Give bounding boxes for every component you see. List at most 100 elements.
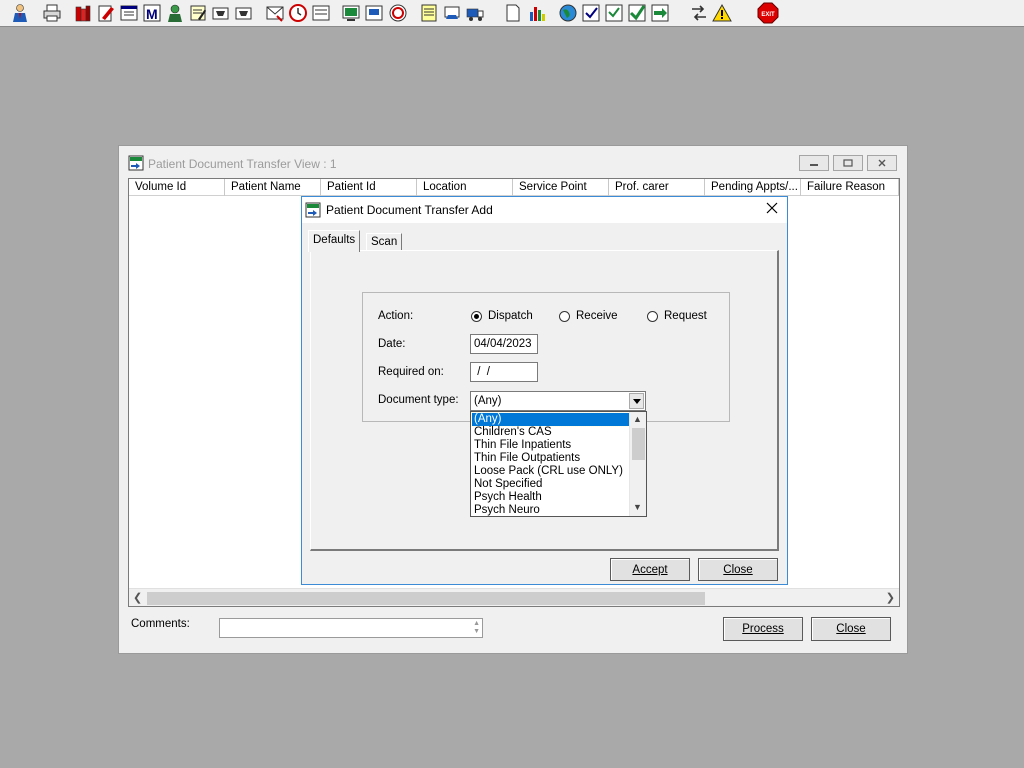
document-type-value: (Any)	[474, 395, 502, 407]
process-label: Process	[742, 623, 784, 635]
disc-icon[interactable]	[387, 2, 409, 24]
flag-icon[interactable]	[233, 2, 255, 24]
window-title: Patient Document Transfer View : 1	[148, 157, 337, 171]
m-icon[interactable]: M	[141, 2, 163, 24]
date-label: Date:	[378, 338, 406, 350]
dropdown-option[interactable]: Not Specified	[472, 478, 629, 491]
dialog-close-label: Close	[723, 563, 753, 576]
comments-spin-icon[interactable]: ▲ ▼	[473, 620, 480, 636]
dropdown-option[interactable]: Loose Pack (CRL use ONLY)	[472, 465, 629, 478]
dialog-title-bar: Patient Document Transfer Add	[302, 197, 787, 223]
comments-label: Comments:	[131, 618, 190, 630]
dialog-close-button[interactable]: Close	[698, 558, 778, 581]
print-icon[interactable]	[41, 2, 63, 24]
blank-document-icon[interactable]	[502, 2, 524, 24]
envelope-icon[interactable]	[264, 2, 286, 24]
dialog-app-icon	[305, 202, 321, 221]
bar-chart-icon[interactable]	[526, 2, 548, 24]
document-type-label: Document type:	[378, 394, 459, 406]
tab-scan[interactable]: Scan	[366, 233, 403, 251]
document-type-dropdown[interactable]: (Any) Children's CAS Thin File Inpatient…	[470, 411, 647, 517]
svg-text:M: M	[146, 6, 158, 22]
restore-icon	[843, 159, 853, 167]
radio-receive[interactable]: Receive	[559, 310, 618, 322]
dropdown-option[interactable]: Thin File Inpatients	[472, 439, 629, 452]
radio-receive-label: Receive	[576, 310, 618, 322]
warning-icon[interactable]	[711, 2, 733, 24]
minimize-icon	[810, 164, 818, 166]
scroll-thumb[interactable]	[147, 592, 705, 605]
screen-icon[interactable]	[340, 2, 362, 24]
scroll-up-icon[interactable]: ▲	[633, 414, 642, 424]
col-prof-carer[interactable]: Prof. carer	[609, 179, 705, 196]
close-icon	[878, 159, 886, 167]
transfer-icon[interactable]	[441, 2, 463, 24]
chevron-down-icon[interactable]	[629, 393, 644, 409]
notes-icon[interactable]	[418, 2, 440, 24]
dropdown-scrollbar[interactable]: ▲ ▼	[629, 412, 646, 516]
horizontal-scrollbar[interactable]: ❮ ❯	[129, 588, 899, 606]
person-icon[interactable]	[164, 2, 186, 24]
globe-icon[interactable]	[557, 2, 579, 24]
col-volume-id[interactable]: Volume Id	[129, 179, 225, 196]
clock-icon[interactable]	[287, 2, 309, 24]
radio-selected-icon	[471, 310, 482, 322]
radio-request[interactable]: Request	[647, 310, 707, 322]
app-icon	[128, 155, 144, 174]
scroll-left-icon[interactable]: ❮	[133, 591, 142, 604]
notepad-icon[interactable]	[187, 2, 209, 24]
window-close-button[interactable]	[867, 155, 897, 171]
comments-input[interactable]: ▲ ▼	[219, 618, 483, 638]
arrows-green-icon[interactable]	[649, 2, 671, 24]
restore-button[interactable]	[833, 155, 863, 171]
accept-label: Accept	[632, 563, 668, 576]
required-on-field[interactable]: / /	[470, 362, 538, 382]
edit-form-icon[interactable]	[95, 2, 117, 24]
radio-request-label: Request	[664, 310, 707, 322]
flag-icon[interactable]	[210, 2, 232, 24]
radio-dispatch-label: Dispatch	[488, 310, 533, 322]
dropdown-option[interactable]: (Any)	[471, 412, 630, 427]
minimize-button[interactable]	[799, 155, 829, 171]
radio-unselected-icon	[647, 310, 658, 322]
col-location[interactable]: Location	[417, 179, 513, 196]
scroll-down-icon[interactable]: ▼	[633, 502, 642, 512]
close-button[interactable]: Close	[811, 617, 891, 641]
exit-icon[interactable]: EXIT	[757, 2, 779, 24]
dropdown-option[interactable]: Thin File Outpatients	[472, 452, 629, 465]
dialog-close-icon[interactable]	[765, 200, 779, 218]
col-failure-reason[interactable]: Failure Reason	[801, 179, 899, 196]
monitor-icon[interactable]	[310, 2, 332, 24]
dropdown-scroll-thumb[interactable]	[632, 428, 645, 460]
col-patient-name[interactable]: Patient Name	[225, 179, 321, 196]
report-icon[interactable]	[603, 2, 625, 24]
list-window-icon[interactable]	[118, 2, 140, 24]
transfer-add-dialog: Patient Document Transfer Add Defaults S…	[301, 196, 788, 585]
window-title-bar: Patient Document Transfer View : 1	[119, 146, 907, 178]
scroll-right-icon[interactable]: ❯	[886, 591, 895, 604]
dropdown-option[interactable]: Children's CAS	[472, 426, 629, 439]
dialog-title: Patient Document Transfer Add	[326, 203, 493, 217]
swap-arrows-icon[interactable]	[688, 2, 710, 24]
truck-icon[interactable]	[464, 2, 486, 24]
date-field[interactable]: 04/04/2023	[470, 334, 538, 354]
tab-defaults[interactable]: Defaults	[308, 230, 361, 252]
books-icon[interactable]	[72, 2, 94, 24]
col-patient-id[interactable]: Patient Id	[321, 179, 417, 196]
user-icon[interactable]	[9, 2, 31, 24]
radio-dispatch[interactable]: Dispatch	[471, 310, 533, 322]
close-label: Close	[836, 623, 866, 635]
document-type-select[interactable]: (Any)	[470, 391, 646, 411]
document-screen-icon[interactable]	[363, 2, 385, 24]
dropdown-option[interactable]: Psych Health	[472, 491, 629, 504]
col-service-point[interactable]: Service Point	[513, 179, 609, 196]
main-toolbar: M EXIT	[0, 0, 1024, 27]
required-on-label: Required on:	[378, 366, 444, 378]
radio-unselected-icon	[559, 310, 570, 322]
check-list-icon[interactable]	[580, 2, 602, 24]
dropdown-option[interactable]: Psych Neuro	[472, 504, 629, 517]
process-button[interactable]: Process	[723, 617, 803, 641]
accept-button[interactable]: Accept	[610, 558, 690, 581]
check-green-icon[interactable]	[626, 2, 648, 24]
col-pending-appts[interactable]: Pending Appts/...	[705, 179, 801, 196]
